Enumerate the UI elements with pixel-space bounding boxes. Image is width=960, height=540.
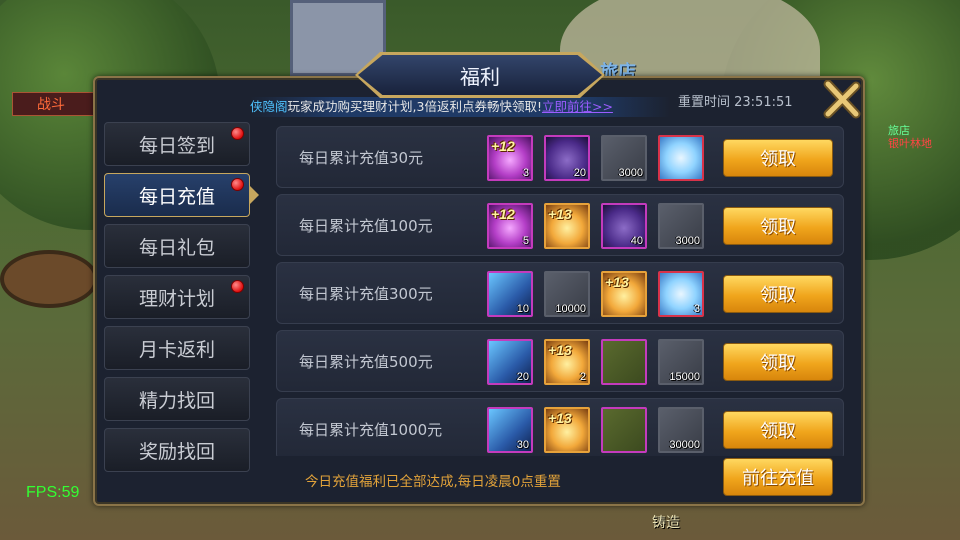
marquee-text: 玩家成功购买理财计划,3倍返利点券畅快领取!: [287, 99, 542, 114]
sidebar-item-label: 每日充值: [138, 185, 215, 208]
blade-icon[interactable]: 30: [487, 407, 533, 453]
npc-right-name: 银叶林地: [888, 137, 932, 150]
barrel: [0, 250, 98, 308]
blade-icon[interactable]: 20: [487, 339, 533, 385]
pink-enhance-icon[interactable]: +12 3: [487, 135, 533, 181]
reward-row: 每日累计充值100元 +12 5 +13 40 3000 领取: [276, 194, 844, 256]
enhance-level-text: +13: [605, 274, 629, 290]
claim-button[interactable]: 领取: [723, 411, 833, 449]
go-recharge-button[interactable]: 前往充值: [723, 458, 833, 496]
item-quantity: 3: [522, 167, 529, 179]
reward-row: 每日累计充值30元 +12 3 20 3000 领取: [276, 126, 844, 188]
item-quantity: 3000: [618, 167, 643, 179]
reward-row-label: 每日累计充值300元: [299, 285, 433, 303]
reward-row-label: 每日累计充值500元: [299, 353, 433, 371]
claim-button[interactable]: 领取: [723, 139, 833, 177]
purple-box-icon[interactable]: 40: [601, 203, 647, 249]
claim-button[interactable]: 领取: [723, 207, 833, 245]
close-button[interactable]: [822, 79, 862, 120]
reward-row-label: 每日累计充值100元: [299, 217, 433, 235]
sidebar-item-label: 月卡返利: [138, 338, 215, 361]
item-quantity: 3000: [675, 235, 700, 247]
item-quantity: 3: [693, 303, 700, 315]
reward-row: 每日累计充值500元 20 +13 2 15000 领取: [276, 330, 844, 392]
announcement-marquee: 侠隐阁玩家成功购买理财计划,3倍返利点券畅快领取!立即前往>>: [250, 97, 670, 117]
fps-counter: FPS:59: [26, 484, 80, 501]
red-dot-badge-icon: [231, 178, 244, 191]
sidebar-item-5[interactable]: 精力找回: [104, 377, 250, 421]
item-quantity: 2: [579, 371, 586, 383]
sidebar-item-6[interactable]: 奖励找回: [104, 428, 250, 472]
blade-icon[interactable]: 10: [487, 271, 533, 317]
sidebar-item-4[interactable]: 月卡返利: [104, 326, 250, 370]
red-dot-badge-icon: [231, 127, 244, 140]
item-quantity: 15000: [669, 371, 700, 383]
sidebar-item-label: 奖励找回: [138, 440, 215, 463]
scroll-icon[interactable]: 3000: [601, 135, 647, 181]
card-icon[interactable]: [601, 339, 647, 385]
reward-row: 每日累计充值1000元 30 +13 30000 领取: [276, 398, 844, 456]
scroll-icon[interactable]: 10000: [544, 271, 590, 317]
sidebar-item-label: 每日礼包: [138, 236, 215, 259]
marquee-link[interactable]: 立即前往>>: [542, 99, 613, 114]
marquee-tag: 侠隐阁: [250, 99, 288, 114]
gold-enhance-icon[interactable]: +13 2: [544, 339, 590, 385]
npc-right-label[interactable]: 旅店 银叶林地: [888, 124, 932, 150]
footer-note: 今日充值福利已全部达成,每日凌晨0点重置: [305, 474, 561, 490]
item-quantity: 30: [516, 439, 529, 451]
item-quantity: 40: [630, 235, 643, 247]
sidebar-item-2[interactable]: 每日礼包: [104, 224, 250, 268]
purple-box-icon[interactable]: 20: [544, 135, 590, 181]
enhance-level-text: +13: [548, 410, 572, 426]
npc-right-title: 旅店: [888, 124, 910, 137]
gold-enhance-icon[interactable]: +13: [544, 203, 590, 249]
reset-time: 重置时间 23:51:51: [678, 95, 793, 110]
forge-label[interactable]: 铸造: [652, 512, 680, 532]
dialog-title: 福利: [460, 64, 500, 89]
scroll-icon[interactable]: 3000: [658, 203, 704, 249]
claim-button[interactable]: 领取: [723, 343, 833, 381]
close-icon: [823, 79, 861, 119]
item-quantity: 5: [522, 235, 529, 247]
reward-row-label: 每日累计充值30元: [299, 149, 424, 167]
enhance-level-text: +12: [491, 206, 515, 222]
sidebar: 每日签到每日充值每日礼包理财计划月卡返利精力找回奖励找回: [104, 120, 252, 490]
claim-button[interactable]: 领取: [723, 275, 833, 313]
ice-crystal-icon[interactable]: 3: [658, 271, 704, 317]
item-quantity: 20: [516, 371, 529, 383]
enhance-level-text: +13: [548, 206, 572, 222]
item-quantity: 10: [516, 303, 529, 315]
pink-enhance-icon[interactable]: +12 5: [487, 203, 533, 249]
enhance-level-text: +13: [548, 342, 572, 358]
reward-list[interactable]: 每日累计充值30元 +12 3 20 3000 领取 每日累计充值100元 +12 5 +13 40…: [276, 126, 846, 456]
scroll-icon[interactable]: 15000: [658, 339, 704, 385]
scroll-icon[interactable]: 30000: [658, 407, 704, 453]
reward-row-label: 每日累计充值1000元: [299, 421, 443, 439]
sidebar-item-3[interactable]: 理财计划: [104, 275, 250, 319]
gold-enhance-icon[interactable]: +13: [544, 407, 590, 453]
ice-crystal-icon[interactable]: [658, 135, 704, 181]
sidebar-item-label: 理财计划: [138, 287, 215, 310]
gold-enhance-icon[interactable]: +13: [601, 271, 647, 317]
item-quantity: 10000: [555, 303, 586, 315]
sidebar-item-1[interactable]: 每日充值: [104, 173, 250, 217]
sidebar-item-label: 精力找回: [138, 389, 215, 412]
enhance-level-text: +12: [491, 138, 515, 154]
sidebar-item-0[interactable]: 每日签到: [104, 122, 250, 166]
sidebar-item-label: 每日签到: [138, 134, 215, 157]
active-tab-arrow-icon: [250, 186, 259, 204]
red-dot-badge-icon: [231, 280, 244, 293]
reward-row: 每日累计充值300元 10 10000 +13 3 领取: [276, 262, 844, 324]
item-quantity: 30000: [669, 439, 700, 451]
card-icon[interactable]: [601, 407, 647, 453]
item-quantity: 20: [573, 167, 586, 179]
npc-left-label[interactable]: 战斗: [12, 92, 102, 116]
